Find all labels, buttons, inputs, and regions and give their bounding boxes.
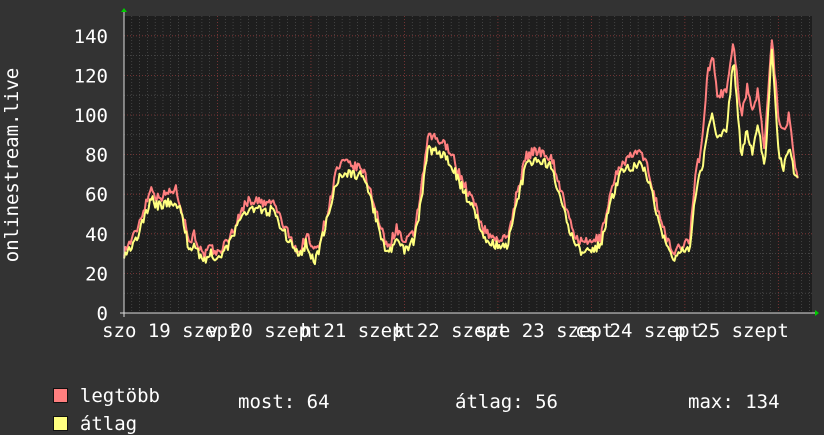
stat-max: max: 134 (688, 391, 780, 413)
stat-average: átlag: 56 (455, 391, 558, 413)
y-axis: 020406080100120140 (74, 26, 108, 325)
x-axis: szo 19 szeptv 20 szepth 21 szeptk 22 sze… (102, 320, 789, 342)
x-tick-label: p 25 szept (674, 320, 788, 342)
y-tick-label: 40 (85, 224, 108, 246)
stat-current: most: 64 (238, 391, 330, 413)
y-tick-label: 20 (85, 263, 108, 285)
x-axis-arrow-icon (815, 310, 819, 316)
y-tick-label: 80 (85, 145, 108, 167)
plot-area (124, 16, 812, 313)
y-tick-label: 120 (74, 65, 108, 87)
legend-label-avg: átlag (79, 413, 138, 435)
y-tick-label: 140 (74, 26, 108, 48)
y-tick-label: 60 (85, 184, 108, 206)
y-axis-arrow-icon (121, 8, 127, 12)
y-tick-label: 100 (74, 105, 108, 127)
legend-item-avg: átlag (30, 391, 137, 435)
y-axis-label: onlinestream.live (1, 68, 23, 262)
legend-swatch-avg (52, 416, 68, 431)
